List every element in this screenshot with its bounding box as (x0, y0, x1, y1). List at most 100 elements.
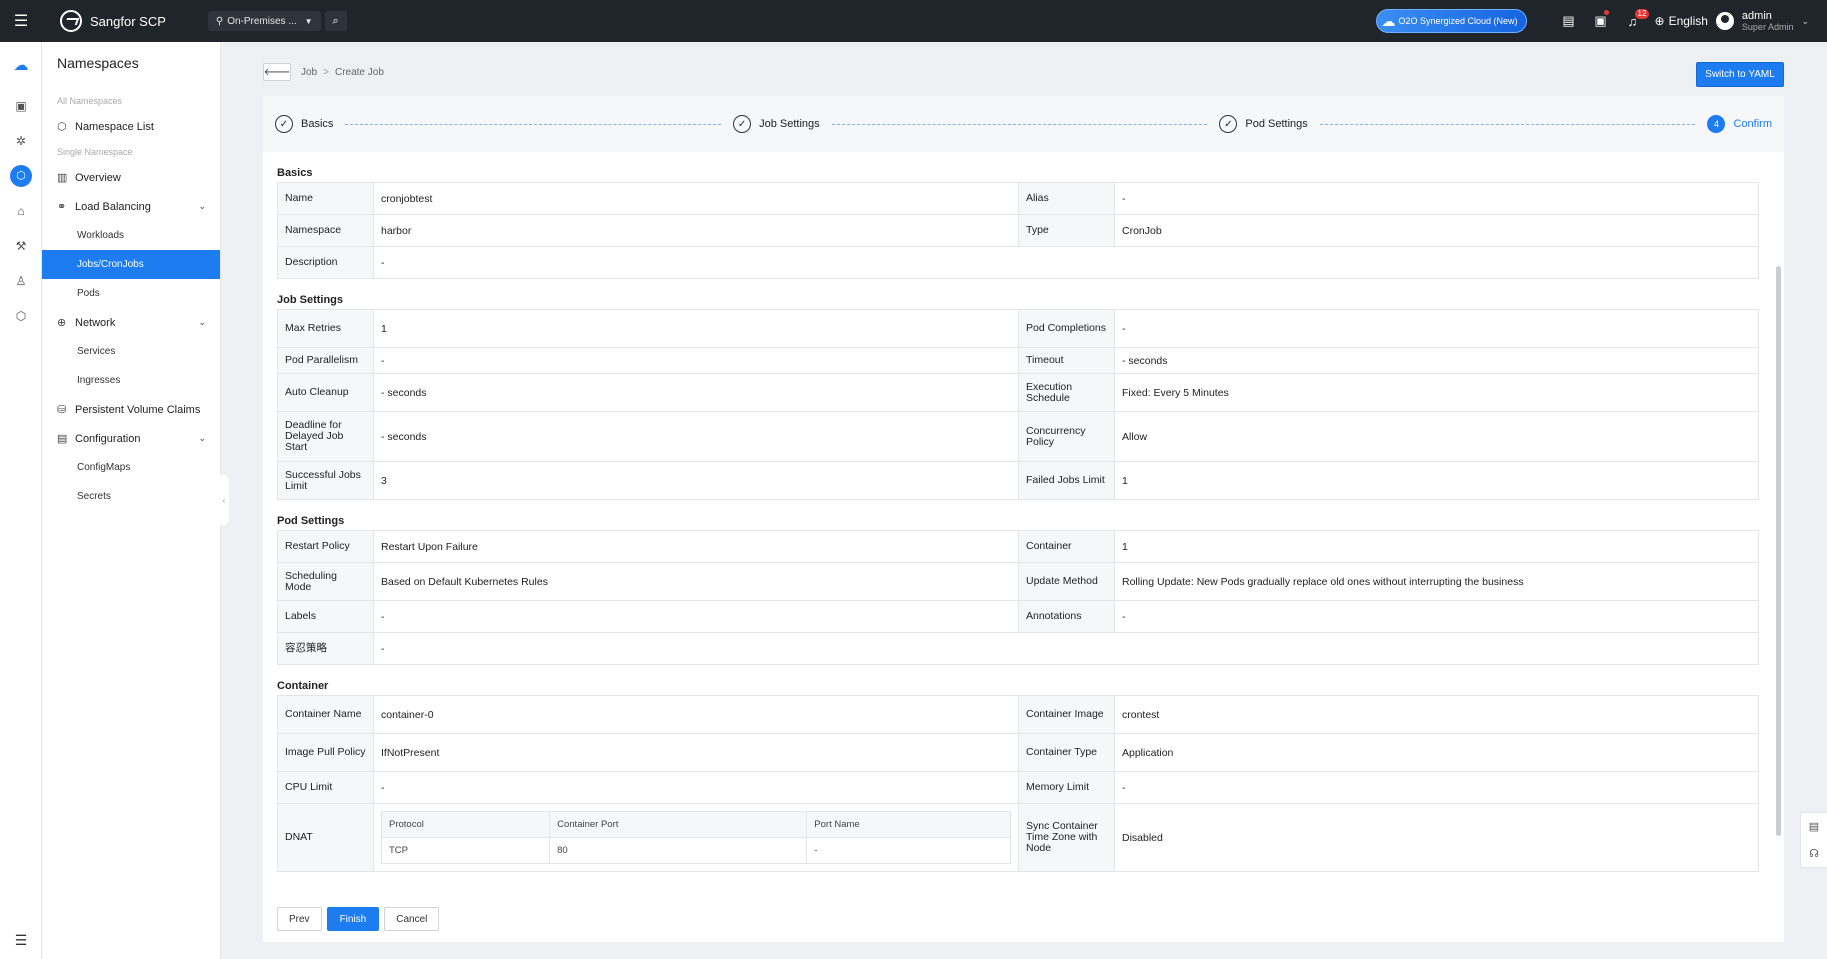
nav-sub-ingresses[interactable]: Ingresses (42, 366, 220, 395)
nav-sub-workloads[interactable]: Workloads (42, 221, 220, 250)
nav-item-label: Network (75, 316, 116, 329)
field-label: Container Image (1018, 695, 1115, 734)
field-label: Pod Completions (1018, 309, 1115, 348)
field-value: IfNotPresent (373, 733, 1019, 772)
arrow-left-icon: 🡐 (263, 67, 291, 78)
field-value: crontest (1114, 695, 1759, 734)
field-label: Concurrency Policy (1018, 411, 1115, 462)
database-icon: ⛁ (57, 404, 67, 416)
nav-item-configuration[interactable]: ▤ Configuration ⌄ (42, 424, 220, 453)
step-confirm: 4 Confirm (1707, 115, 1772, 133)
bar-chart-icon: ▥ (57, 172, 68, 184)
ports-table: Protocol Container Port Port Name TCP 80… (380, 811, 1011, 864)
field-value: - (1114, 182, 1759, 215)
bell-icon[interactable]: ♫ 12 (1617, 0, 1650, 42)
app-logo[interactable]: Sangfor SCP (60, 10, 166, 32)
nav-sub-services[interactable]: Services (42, 337, 220, 366)
content-scrollbar[interactable] (1776, 266, 1781, 836)
field-label: Update Method (1018, 562, 1115, 601)
avatar (1715, 12, 1734, 30)
create-job-card: ✓ Basics ✓ Job Settings ✓ Pod Settings 4… (263, 96, 1784, 942)
chevron-down-icon: ⌄ (198, 433, 206, 443)
top-bar: ☰ Sangfor SCP ⚲ On-Premises ... ▼ ⌕ ☁ O2… (0, 0, 1827, 42)
prev-button[interactable]: Prev (277, 907, 322, 931)
field-label: Container Name (277, 695, 374, 734)
cluster-icon[interactable]: ✲ (0, 123, 42, 158)
table-cell: - (806, 837, 1011, 864)
nav-item-namespace-list[interactable]: ⬡ Namespace List (42, 112, 220, 141)
field-value: - (1114, 771, 1759, 804)
user-icon[interactable]: ♙ (0, 263, 42, 298)
back-button[interactable]: 🡐 (263, 63, 291, 81)
chevron-down-icon: ⌄ (198, 317, 206, 327)
nav-item-overview[interactable]: ▥ Overview (42, 163, 220, 192)
storage-icon[interactable]: ⌂ (0, 193, 42, 228)
switch-to-yaml-button[interactable]: Switch to YAML (1696, 62, 1784, 87)
nav-sub-configmaps[interactable]: ConfigMaps (42, 453, 220, 482)
nav-item-pvc[interactable]: ⛁ Persistent Volume Claims (42, 395, 220, 424)
hamburger-icon[interactable]: ☰ (0, 0, 42, 42)
nav-item-network[interactable]: ⊕ Network ⌄ (42, 308, 220, 337)
field-label: Container Type (1018, 733, 1115, 772)
field-label: Scheduling Mode (277, 562, 374, 601)
nav-sub-pods[interactable]: Pods (42, 279, 220, 308)
field-label: Type (1018, 214, 1115, 247)
field-label: Alias (1018, 182, 1115, 215)
caret-down-icon: ▼ (304, 16, 313, 26)
cloud-home-icon[interactable]: ☁ (0, 42, 42, 88)
field-value: Restart Upon Failure (373, 530, 1019, 563)
search-icon[interactable]: ⌕ (324, 11, 347, 31)
wrench-icon[interactable]: ⚒ (0, 228, 42, 263)
nav-item-load-balancing[interactable]: ⚭ Load Balancing ⌄ (42, 192, 220, 221)
nav-item-label: Load Balancing (75, 200, 151, 213)
location-pin-icon: ⚲ (215, 15, 224, 27)
field-value: 1 (1114, 530, 1759, 563)
nav-sub-secrets[interactable]: Secrets (42, 482, 220, 511)
o2o-cloud-button[interactable]: ☁ O2O Synergized Cloud (New) (1376, 9, 1527, 33)
language-selector[interactable]: ⊕ English (1655, 14, 1708, 28)
monitor-icon[interactable]: ▣ (0, 88, 42, 123)
step-number: 4 (1707, 115, 1726, 133)
task-icon[interactable]: ▣ (1585, 0, 1617, 42)
step-label: Job Settings (759, 118, 820, 130)
check-icon: ✓ (275, 115, 293, 133)
field-label: Auto Cleanup (277, 373, 374, 412)
settings-icon[interactable]: ⬡ (0, 298, 42, 333)
chevron-down-icon: ⌄ (198, 201, 206, 211)
field-value: 1 (373, 309, 1019, 348)
nav-sub-jobs[interactable]: Jobs/CronJobs (42, 250, 220, 279)
namespace-icon[interactable]: ⬡ (0, 158, 42, 193)
user-role: Super Admin (1741, 22, 1794, 32)
field-label: Successful Jobs Limit (277, 461, 374, 500)
language-label: English (1668, 14, 1708, 28)
check-icon: ✓ (733, 115, 752, 133)
confirm-content: Basics Name cronjobtest Alias - Namespac… (277, 152, 1761, 890)
icon-rail: ☁ ▣ ✲ ⬡ ⌂ ⚒ ♙ ⬡ ☰ (0, 42, 42, 959)
breadcrumb-separator: > (323, 66, 329, 78)
finish-button[interactable]: Finish (326, 907, 380, 931)
nav-group-single: Single Namespace (57, 147, 133, 157)
headset-icon[interactable]: ☊ (1809, 847, 1819, 860)
field-value: - (1114, 309, 1759, 348)
load-balancing-icon: ⚭ (57, 201, 67, 213)
field-label: 容忍策略 (277, 632, 374, 665)
section-title-pod-settings: Pod Settings (277, 515, 345, 527)
namespace-nav: Namespaces All Namespaces ⬡ Namespace Li… (42, 42, 221, 959)
column-header: Container Port (549, 811, 808, 838)
collapse-nav-handle[interactable]: ‹ (219, 475, 229, 525)
scope-selector[interactable]: ⚲ On-Premises ... ▼ (207, 11, 321, 31)
step-basics[interactable]: ✓ Basics (275, 115, 333, 133)
field-label: Memory Limit (1018, 771, 1115, 804)
cancel-button[interactable]: Cancel (384, 907, 440, 931)
step-pod-settings[interactable]: ✓ Pod Settings (1219, 115, 1308, 133)
document-icon[interactable]: ▤ (1553, 0, 1585, 42)
breadcrumb-parent[interactable]: Job (301, 67, 317, 78)
globe-icon: ⊕ (1654, 14, 1665, 28)
user-menu[interactable]: admin Super Admin ⌄ (1715, 10, 1809, 32)
step-label: Basics (301, 118, 334, 130)
globe-icon: ⊕ (57, 317, 67, 329)
collapse-menu-icon[interactable]: ☰ (0, 932, 42, 949)
step-job-settings[interactable]: ✓ Job Settings (733, 115, 820, 133)
document-icon[interactable]: ▤ (1809, 820, 1819, 833)
field-value: - seconds (373, 411, 1019, 462)
